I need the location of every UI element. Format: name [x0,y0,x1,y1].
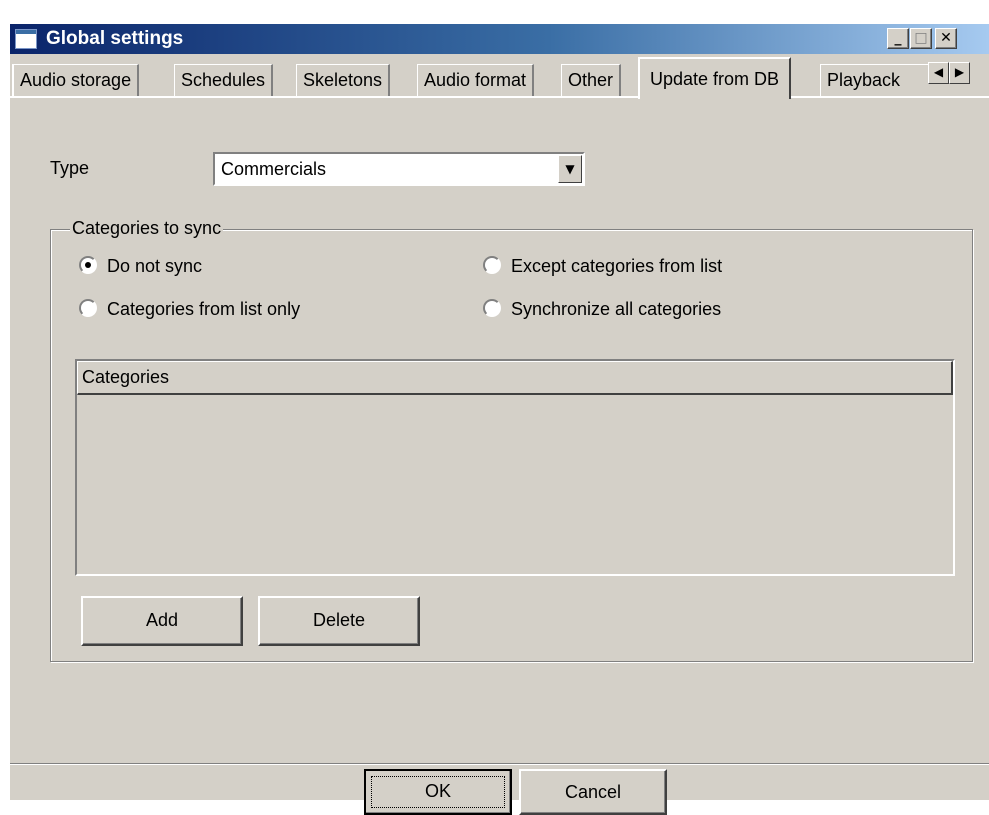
radio-label: Do not sync [107,256,203,276]
ok-label: OK [424,781,451,801]
type-combobox-value: Commercials [221,159,327,179]
maximize-button[interactable]: □ [910,28,932,49]
tab-scroll-left-icon[interactable]: ◀ [928,62,949,84]
radio-label: Categories from list only [107,299,301,319]
group-title: Categories to sync [70,217,224,239]
tab-other[interactable]: Other [561,64,622,96]
cancel-button[interactable]: Cancel [519,769,667,815]
title-bar[interactable]: Global settings _ □ ✕ [10,24,989,54]
type-combobox[interactable]: Commercials ▼ [213,152,585,186]
radio-button[interactable] [483,256,501,274]
delete-button[interactable]: Delete [258,596,420,646]
ok-button[interactable]: OK [364,769,512,815]
close-button[interactable]: ✕ [935,28,957,49]
tab-playback[interactable]: Playback [820,64,928,96]
tab-schedules[interactable]: Schedules [174,64,274,96]
categories-list[interactable]: Categories [75,359,955,576]
add-button[interactable]: Add [81,596,243,646]
radio-label: Synchronize all categories [511,299,722,319]
tab-scroll-right-icon[interactable]: ▶ [949,62,970,84]
window-title: Global settings [46,28,184,49]
column-header-categories[interactable]: Categories [77,361,953,395]
chevron-down-icon[interactable]: ▼ [558,155,582,183]
radio-button[interactable] [483,299,501,317]
app-icon [15,29,37,49]
radio-button-checked[interactable] [79,256,97,274]
footer-separator [10,763,989,765]
minimize-button[interactable]: _ [887,28,909,49]
radio-label: Except categories from list [511,256,723,276]
tab-audio-format[interactable]: Audio format [417,64,535,96]
tab-update-from-db[interactable]: Update from DB [638,57,792,99]
radio-button[interactable] [79,299,97,317]
tab-audio-storage[interactable]: Audio storage [12,64,140,96]
type-label: Type [50,158,90,178]
global-settings-window: Global settings _ □ ✕ Audio storage Sche… [8,22,989,815]
tab-skeletons[interactable]: Skeletons [296,64,391,96]
